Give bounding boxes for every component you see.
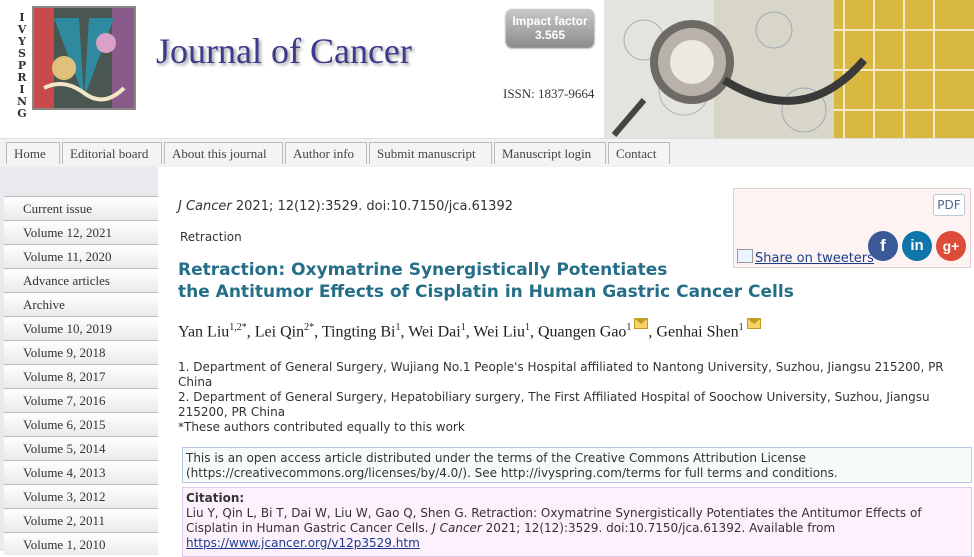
- sidebar-item-volume-10[interactable]: Volume 10, 2019: [4, 316, 158, 339]
- sidebar-item-volume-7[interactable]: Volume 7, 2016: [4, 388, 158, 411]
- journal-title[interactable]: Journal of Cancer: [156, 30, 412, 72]
- impact-factor-badge[interactable]: Impact factor 3.565: [506, 9, 594, 47]
- citation-line: J Cancer 2021; 12(12):3529. doi:10.7150/…: [178, 199, 513, 214]
- sidebar-item-volume-11[interactable]: Volume 11, 2020: [4, 244, 158, 267]
- sidebar-item-advance-articles[interactable]: Advance articles: [4, 268, 158, 291]
- twitter-icon: [737, 249, 753, 263]
- author-list: Yan Liu1,2*, Lei Qin2*, Tingting Bi 1, We…: [178, 318, 761, 341]
- sidebar-item-volume-2[interactable]: Volume 2, 2011: [4, 508, 158, 531]
- google-plus-icon[interactable]: g+: [936, 231, 966, 261]
- citation-url-link[interactable]: https://www.jcancer.org/v12p3529.htm: [186, 536, 420, 550]
- author-name[interactable]: Wei Dai: [408, 323, 460, 340]
- citation-journal-abbrev: J Cancer: [178, 199, 232, 214]
- nav-contact[interactable]: Contact: [608, 142, 670, 164]
- citation-text-tail: 2021; 12(12):3529. doi:10.7150/jca.61392…: [481, 521, 836, 535]
- citation-journal: J Cancer: [432, 521, 482, 535]
- impact-factor-value: 3.565: [534, 28, 566, 42]
- ivyspring-vertical-text: IVYSPRING: [14, 12, 30, 120]
- affiliation-1: 1. Department of General Surgery, Wujian…: [178, 360, 944, 389]
- ivyspring-letter: G: [17, 107, 27, 120]
- author-name[interactable]: Lei Qin: [255, 323, 304, 340]
- author-affiliation-sup: 1: [626, 322, 632, 333]
- nav-author-info[interactable]: Author info: [285, 142, 367, 164]
- equal-contribution-note: *These authors contributed equally to th…: [178, 420, 465, 434]
- sidebar-item-volume-1[interactable]: Volume 1, 2010: [4, 532, 158, 555]
- author-affiliation-sup: 2*: [304, 322, 315, 333]
- sidebar-item-archive[interactable]: Archive: [4, 292, 158, 315]
- author-separator: ,: [314, 323, 322, 341]
- author-affiliation-sup: 1: [738, 322, 744, 333]
- main-navigation: Home Editorial board About this journal …: [0, 138, 974, 168]
- article-type: Retraction: [180, 230, 242, 244]
- nav-editorial-board[interactable]: Editorial board: [62, 142, 162, 164]
- affiliation-2: 2. Department of General Surgery, Hepato…: [178, 390, 930, 419]
- affiliations: 1. Department of General Surgery, Wujian…: [178, 360, 968, 435]
- journal-logo[interactable]: [32, 6, 136, 110]
- author-name[interactable]: Wei Liu: [473, 323, 525, 340]
- author-name[interactable]: Yan Liu: [178, 323, 229, 340]
- sidebar-item-current-issue[interactable]: Current issue: [4, 196, 158, 219]
- citation-box: Citation: Liu Y, Qin L, Bi T, Dai W, Liu…: [182, 487, 972, 557]
- article-title-line-2: the Antitumor Effects of Cisplatin in Hu…: [178, 282, 794, 302]
- site-header: IVYSPRING Journal of Cancer Impact facto…: [0, 0, 974, 138]
- citation-details: 2021; 12(12):3529. doi:10.7150/jca.61392: [231, 199, 513, 214]
- nav-manuscript-login[interactable]: Manuscript login: [494, 142, 606, 164]
- author-separator: ,: [246, 323, 255, 341]
- sidebar-item-volume-9[interactable]: Volume 9, 2018: [4, 340, 158, 363]
- author-name[interactable]: Quangen Gao: [538, 323, 626, 340]
- nav-about-journal[interactable]: About this journal: [164, 142, 283, 164]
- sidebar-menu: Current issue Volume 12, 2021 Volume 11,…: [0, 167, 158, 555]
- stethoscope-banner-image: [604, 0, 974, 138]
- sidebar-item-volume-6[interactable]: Volume 6, 2015: [4, 412, 158, 435]
- citation-label: Citation:: [186, 491, 245, 505]
- sidebar-item-volume-4[interactable]: Volume 4, 2013: [4, 460, 158, 483]
- issn-text: ISSN: 1837-9664: [503, 86, 595, 101]
- author-separator: ,: [530, 323, 538, 341]
- facebook-icon[interactable]: f: [868, 231, 898, 261]
- sidebar-item-volume-12[interactable]: Volume 12, 2021: [4, 220, 158, 243]
- author-name[interactable]: Tingting Bi: [322, 323, 396, 340]
- sidebar-item-volume-8[interactable]: Volume 8, 2017: [4, 364, 158, 387]
- linkedin-icon[interactable]: in: [902, 231, 932, 261]
- nav-submit-manuscript[interactable]: Submit manuscript: [369, 142, 492, 164]
- share-panel: PDF Share on tweeters f in g+: [733, 188, 971, 268]
- share-on-tweeters-label: Share on tweeters: [755, 251, 874, 266]
- impact-factor-label: Impact factor: [512, 14, 588, 28]
- license-box: This is an open access article distribut…: [182, 447, 972, 483]
- share-on-tweeters-link[interactable]: Share on tweeters: [737, 249, 874, 266]
- email-icon[interactable]: [634, 318, 649, 330]
- sidebar-item-volume-3[interactable]: Volume 3, 2012: [4, 484, 158, 507]
- email-icon[interactable]: [746, 318, 761, 330]
- author-affiliation-sup: 1,2*: [229, 322, 247, 333]
- author-name[interactable]: Genhai Shen: [656, 323, 738, 340]
- sidebar-item-volume-5[interactable]: Volume 5, 2014: [4, 436, 158, 459]
- nav-home[interactable]: Home: [6, 142, 60, 164]
- pdf-button[interactable]: PDF: [933, 194, 965, 216]
